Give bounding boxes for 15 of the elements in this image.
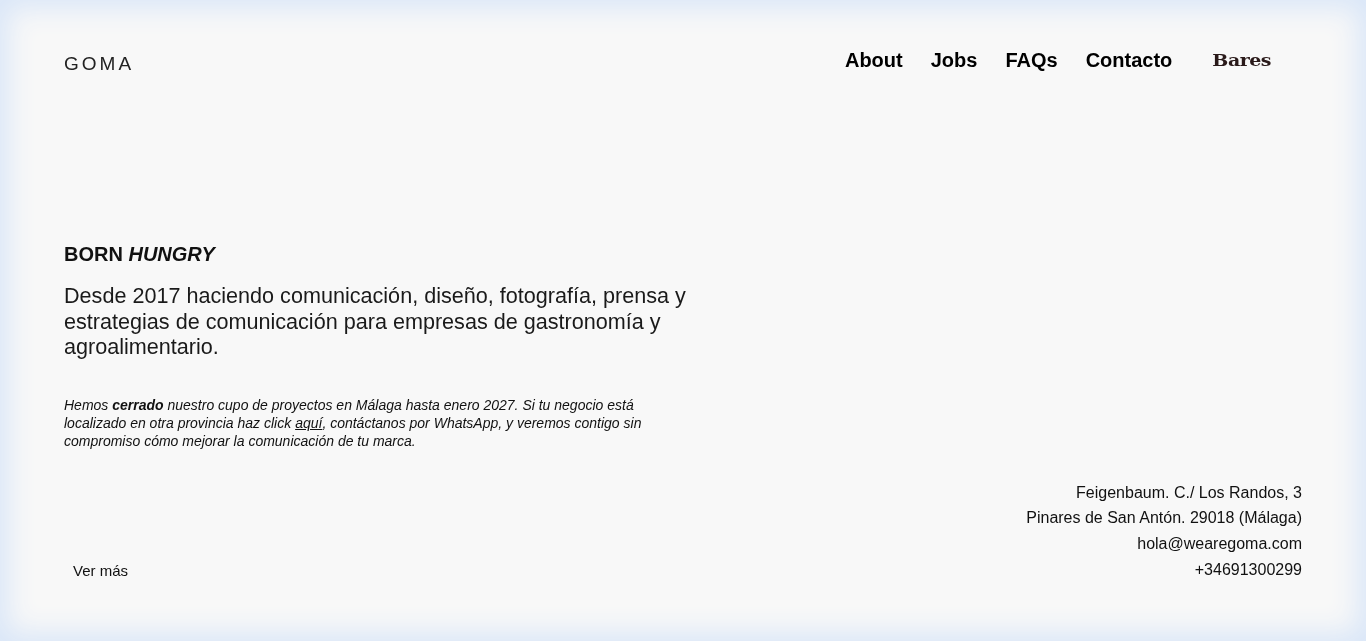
address-line: Feigenbaum. C./ Los Randos, 3 bbox=[1076, 482, 1302, 503]
email-link[interactable]: hola@wearegoma.com bbox=[1137, 530, 1302, 557]
intro-paragraph: Desde 2017 haciendo comunicación, diseño, fotografía, prensa y estrategias de comunicación para empresas de gastronomía y agroalimentario. bbox=[64, 283, 687, 360]
address-line: Pinares de San Antón. 29018 (Málaga) bbox=[1026, 508, 1302, 529]
nav-link[interactable]: FAQs bbox=[1005, 48, 1058, 72]
headline: BORN HUNGRY bbox=[64, 242, 215, 266]
phone-number[interactable]: +34691300299 bbox=[1194, 556, 1302, 583]
nav-link[interactable]: Jobs bbox=[930, 48, 978, 72]
see-more-link[interactable]: Ver más bbox=[73, 560, 129, 583]
nav-link[interactable]: Contacto bbox=[1085, 48, 1173, 72]
site-logo[interactable]: GOMA bbox=[64, 52, 135, 76]
here-link[interactable]: aquí bbox=[295, 414, 323, 431]
notice-paragraph: Hemos cerrado nuestro cupo de proyectos en Málaga hasta enero 2027. Si tu negocio está localizado en otra provincia haz click aquí, contáctanos por WhatsApp, y veremos contigo sin compromiso cómo mejorar la comunicación de tu marca. bbox=[64, 395, 643, 450]
brand-nav-link[interactable]: Bares bbox=[1212, 49, 1271, 71]
nav-link[interactable]: About bbox=[844, 48, 903, 72]
